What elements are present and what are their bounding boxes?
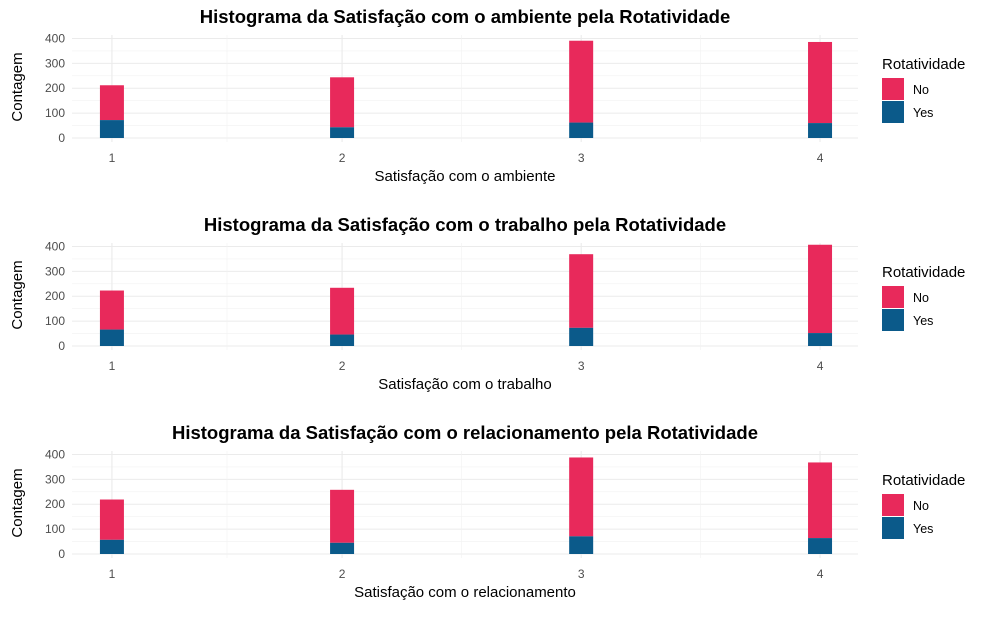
bar-no-3 <box>569 254 594 328</box>
charts-svg: 01002003004001 2 3 4Histograma da Satisfaçã… <box>9 6 965 601</box>
legend-label-no: No <box>913 291 929 305</box>
gridlines <box>72 451 858 558</box>
legend-label-yes: Yes <box>913 522 933 536</box>
bar-no-2 <box>330 77 355 128</box>
y-tick-label: 200 <box>45 81 65 95</box>
y-tick-label: 0 <box>58 547 65 561</box>
legend-label-yes: Yes <box>913 314 933 328</box>
x-tick-label: 3 <box>578 567 585 581</box>
y-axis-label: Contagem <box>9 260 26 329</box>
x-tick-label: 1 <box>109 359 116 373</box>
x-axis-label: Satisfação com o trabalho <box>378 376 551 393</box>
x-tick-label: 2 <box>339 359 346 373</box>
y-axis-label: Contagem <box>9 52 26 121</box>
x-tick-label: 2 <box>339 151 346 165</box>
legend-swatch-yes <box>882 517 904 539</box>
x-tick-label: 3 <box>578 151 585 165</box>
y-tick-label: 300 <box>45 56 65 70</box>
bar-yes-1 <box>99 120 124 138</box>
bar-no-1 <box>99 85 124 121</box>
x-tick-label: 4 <box>817 359 824 373</box>
x-tick-label: 4 <box>817 567 824 581</box>
y-tick-label: 100 <box>45 314 65 328</box>
legend-swatch-no <box>882 286 904 308</box>
bar-yes-1 <box>99 329 124 346</box>
legend: Rotatividade No Yes <box>882 472 965 539</box>
bar-no-1 <box>99 290 124 330</box>
y-tick-label: 200 <box>45 289 65 303</box>
y-tick-label: 400 <box>45 447 65 461</box>
y-tick-label: 400 <box>45 239 65 253</box>
bar-yes-2 <box>330 127 355 138</box>
x-tick-label: 3 <box>578 359 585 373</box>
y-tick-label: 0 <box>58 339 65 353</box>
bar-yes-4 <box>808 333 833 346</box>
bar-yes-2 <box>330 542 355 554</box>
bar-yes-2 <box>330 334 355 346</box>
y-tick-label: 300 <box>45 264 65 278</box>
bar-no-4 <box>808 244 833 334</box>
bar-yes-1 <box>99 539 124 554</box>
chart-title: Histograma da Satisfação com o trabalho … <box>204 214 726 235</box>
gridlines <box>72 35 858 142</box>
y-tick-label: 100 <box>45 106 65 120</box>
x-axis-label: Satisfação com o relacionamento <box>354 584 576 601</box>
bar-no-3 <box>569 457 594 537</box>
legend: Rotatividade No Yes <box>882 56 965 123</box>
chart-title: Histograma da Satisfação com o relaciona… <box>172 422 758 443</box>
legend-label-no: No <box>913 499 929 513</box>
x-tick-label: 1 <box>109 151 116 165</box>
bar-yes-3 <box>569 536 594 554</box>
chart-panel-2: 0 100 200 300 400 1 2 3 4 Histograma da Satisfaçã… <box>9 214 965 393</box>
y-axis-label: Contagem <box>9 468 26 537</box>
bar-no-4 <box>808 41 833 124</box>
bar-yes-4 <box>808 123 833 138</box>
x-tick-label: 1 <box>109 567 116 581</box>
x-axis-label: Satisfação com o ambiente <box>375 168 556 185</box>
figure: 0 100 200 300 400 1 2 3 4 Histograma da Satisfaçã… <box>0 0 985 625</box>
bar-yes-4 <box>808 538 833 554</box>
chart-panel-1: 0 100 200 300 400 1 2 3 4 Histograma da Satisfaçã… <box>9 6 965 185</box>
y-tick-label: 400 <box>45 31 65 45</box>
bar-no-3 <box>569 40 594 123</box>
legend-label-yes: Yes <box>913 106 933 120</box>
legend-title: Rotatividade <box>882 264 965 281</box>
legend-swatch-yes <box>882 309 904 331</box>
x-tick-label: 2 <box>339 567 346 581</box>
legend-swatch-yes <box>882 101 904 123</box>
legend-swatch-no <box>882 78 904 100</box>
y-tick-label: 0 <box>58 131 65 145</box>
bar-yes-3 <box>569 122 594 138</box>
legend-title: Rotatividade <box>882 472 965 489</box>
legend-title: Rotatividade <box>882 56 965 73</box>
chart-title: Histograma da Satisfação com o ambiente … <box>200 6 730 27</box>
legend: Rotatividade No Yes <box>882 264 965 331</box>
y-tick-label: 100 <box>45 522 65 536</box>
bar-no-2 <box>330 287 355 335</box>
bar-no-1 <box>99 499 124 540</box>
legend-label-no: No <box>913 83 929 97</box>
y-tick-label: 300 <box>45 472 65 486</box>
chart-panel-3: 0 100 200 300 400 1 2 3 4 Histograma da Satisfaçã… <box>9 422 965 601</box>
bar-yes-3 <box>569 327 594 346</box>
x-tick-label: 4 <box>817 151 824 165</box>
y-tick-label: 200 <box>45 497 65 511</box>
gridlines <box>72 243 858 350</box>
bar-no-4 <box>808 462 833 539</box>
legend-swatch-no <box>882 494 904 516</box>
bar-no-2 <box>330 489 355 543</box>
